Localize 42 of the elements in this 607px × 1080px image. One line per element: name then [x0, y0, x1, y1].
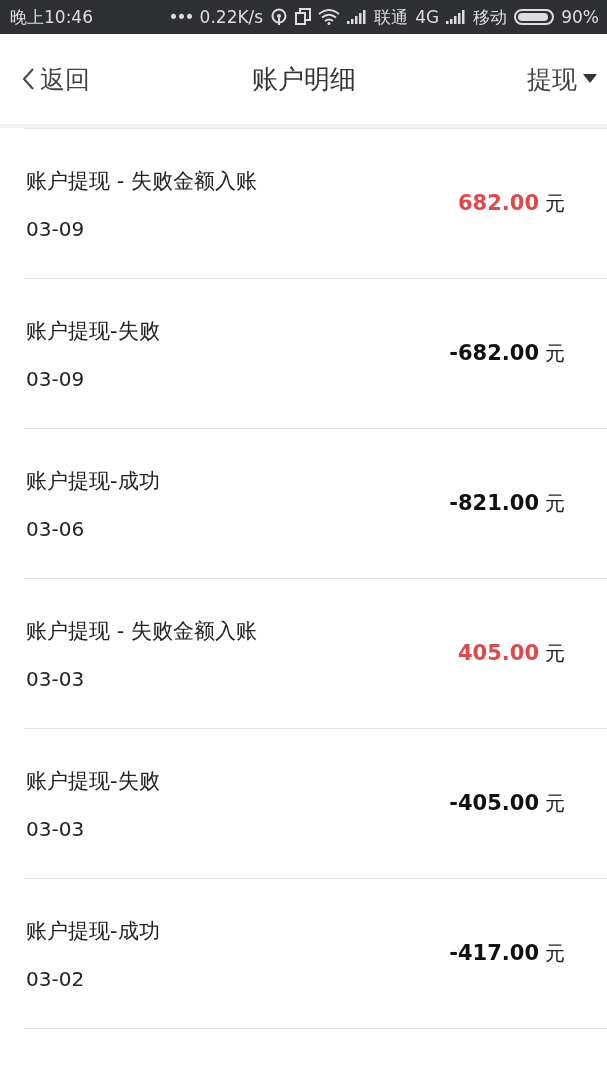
record-date: 03-06 [26, 516, 86, 541]
record-amount: 682.00 [457, 191, 539, 215]
signal-icon [446, 10, 467, 24]
carrier-name: 联通 [374, 5, 409, 29]
network-type: 4G [415, 7, 440, 27]
record-date: 03-09 [26, 366, 86, 391]
page-title: 账户明细 [251, 62, 356, 96]
record-date: 03-09 [26, 216, 86, 241]
back-button[interactable]: 返回 [22, 62, 90, 96]
notification-dots: ••• [168, 7, 193, 27]
status-time: 晚上10:46 [10, 5, 93, 29]
carrier-name: 移动 [473, 5, 508, 29]
record-date: 03-03 [26, 666, 86, 691]
record-amount: -417.00 [449, 941, 539, 965]
hotspot-icon [270, 8, 289, 26]
filter-dropdown[interactable]: 提现 [527, 62, 597, 96]
record-title: 账户提现-失败 [26, 767, 160, 795]
currency-unit: 元 [545, 640, 565, 667]
wifi-icon [318, 9, 341, 25]
record-amount: -682.00 [449, 341, 539, 365]
record-date: 03-03 [26, 816, 86, 841]
chevron-left-icon [22, 68, 34, 90]
record-title: 账户提现 - 失败金额入账 [26, 617, 257, 645]
copy-icon [295, 8, 312, 26]
record-title: 账户提现 - 失败金额入账 [26, 167, 257, 195]
currency-unit: 元 [545, 340, 565, 367]
record-amount: -821.00 [449, 491, 539, 515]
record-title: 账户提现-成功 [26, 467, 160, 495]
caret-icon [583, 74, 597, 84]
battery-icon [514, 9, 555, 25]
network-speed: 0.22K/s [199, 7, 264, 27]
currency-unit: 元 [545, 490, 565, 517]
signal-icon [347, 10, 368, 24]
record-title: 账户提现-失败 [26, 317, 160, 345]
currency-unit: 元 [545, 190, 565, 217]
record-title: 账户提现-成功 [26, 917, 160, 945]
record-amount: -405.00 [449, 791, 539, 815]
record-amount: 405.00 [457, 641, 539, 665]
battery-percent: 90% [561, 7, 599, 27]
currency-unit: 元 [545, 790, 565, 817]
record-date: 03-02 [26, 966, 86, 991]
currency-unit: 元 [545, 940, 565, 967]
